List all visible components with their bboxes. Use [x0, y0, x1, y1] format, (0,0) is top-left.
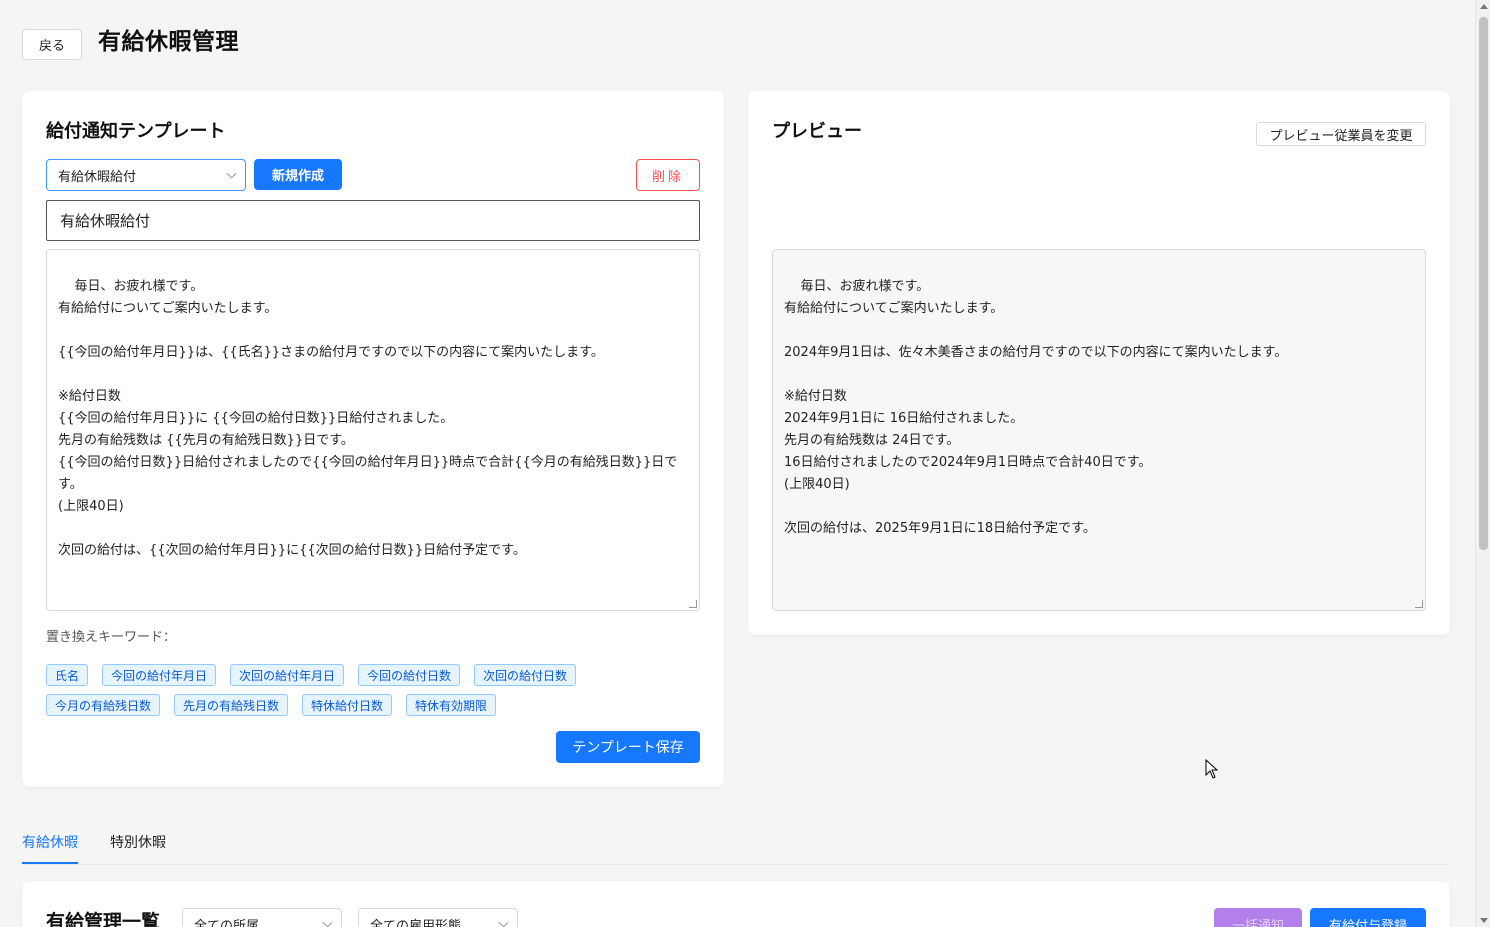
keyword-tag[interactable]: 氏名: [46, 664, 89, 686]
employment-type-filter-value: 全ての雇用形態: [370, 918, 462, 927]
template-card: 給付通知テンプレート 有給休暇給付 新規作成 削除 有給休暇給付 毎日、お疲れ様…: [22, 91, 724, 787]
chevron-down-icon: [498, 917, 509, 927]
leave-tabs: 有給休暇 特別休暇: [22, 828, 1450, 865]
delete-button[interactable]: 削除: [636, 159, 700, 191]
resize-handle-icon[interactable]: [689, 600, 697, 608]
preview-card: プレビュー プレビュー従業員を変更 毎日、お疲れ様です。 有給給付についてご案内…: [748, 91, 1450, 635]
preview-textarea[interactable]: 毎日、お疲れ様です。 有給給付についてご案内いたします。 2024年9月1日は、…: [772, 249, 1426, 611]
keyword-tag[interactable]: 特休給付日数: [302, 694, 393, 716]
bulk-notify-button[interactable]: 一括通知: [1214, 908, 1302, 927]
save-template-button[interactable]: テンプレート保存: [556, 731, 700, 763]
keyword-tag[interactable]: 今月の有給残日数: [46, 694, 161, 716]
leave-list-title: 有給管理一覧: [46, 911, 161, 927]
scroll-thumb[interactable]: [1479, 17, 1488, 550]
template-body-text: 毎日、お疲れ様です。 有給給付についてご案内いたします。 {{今回の給付年月日}…: [58, 279, 678, 558]
page-scrollbar[interactable]: [1475, 0, 1490, 927]
tab-paid-leave[interactable]: 有給休暇: [22, 832, 78, 864]
scroll-down-icon[interactable]: [1480, 918, 1488, 923]
template-select-value: 有給休暇給付: [58, 169, 137, 185]
register-leave-button[interactable]: 有給付与登録: [1310, 908, 1426, 927]
chevron-down-icon: [322, 917, 333, 927]
keyword-tag[interactable]: 次回の給付年月日: [230, 664, 345, 686]
keyword-tag[interactable]: 先月の有給残日数: [174, 694, 289, 716]
preview-body-text: 毎日、お疲れ様です。 有給給付についてご案内いたします。 2024年9月1日は、…: [784, 279, 1288, 536]
change-preview-employee-button[interactable]: プレビュー従業員を変更: [1256, 122, 1426, 146]
employment-type-filter-select[interactable]: 全ての雇用形態: [358, 908, 518, 927]
template-name-input[interactable]: 有給休暇給付: [46, 200, 700, 241]
keyword-tag[interactable]: 今回の給付年月日: [102, 664, 217, 686]
department-filter-select[interactable]: 全ての所属: [182, 908, 342, 927]
chevron-down-icon: [226, 168, 237, 179]
new-template-button[interactable]: 新規作成: [254, 159, 342, 190]
tab-special-leave[interactable]: 特別休暇: [110, 832, 166, 862]
keyword-tag[interactable]: 特休有効期限: [406, 694, 497, 716]
department-filter-value: 全ての所属: [194, 918, 260, 927]
template-body-textarea[interactable]: 毎日、お疲れ様です。 有給給付についてご案内いたします。 {{今回の給付年月日}…: [46, 249, 700, 611]
template-select[interactable]: 有給休暇給付: [46, 159, 246, 191]
keywords-label: 置き換えキーワード：: [46, 630, 177, 645]
preview-card-title: プレビュー: [772, 121, 862, 142]
leave-list-card: 有給管理一覧 全ての所属 全ての雇用形態 一括通知 有給付与登録: [22, 881, 1450, 927]
page-title: 有給休暇管理: [98, 29, 239, 55]
keyword-tag[interactable]: 今回の給付日数: [358, 664, 461, 686]
mouse-cursor-icon: [1205, 759, 1219, 779]
back-button[interactable]: 戻る: [22, 29, 82, 60]
scroll-up-icon[interactable]: [1480, 4, 1488, 9]
template-card-title: 給付通知テンプレート: [46, 121, 226, 142]
resize-handle-icon[interactable]: [1415, 600, 1423, 608]
keyword-tag[interactable]: 次回の給付日数: [474, 664, 577, 686]
